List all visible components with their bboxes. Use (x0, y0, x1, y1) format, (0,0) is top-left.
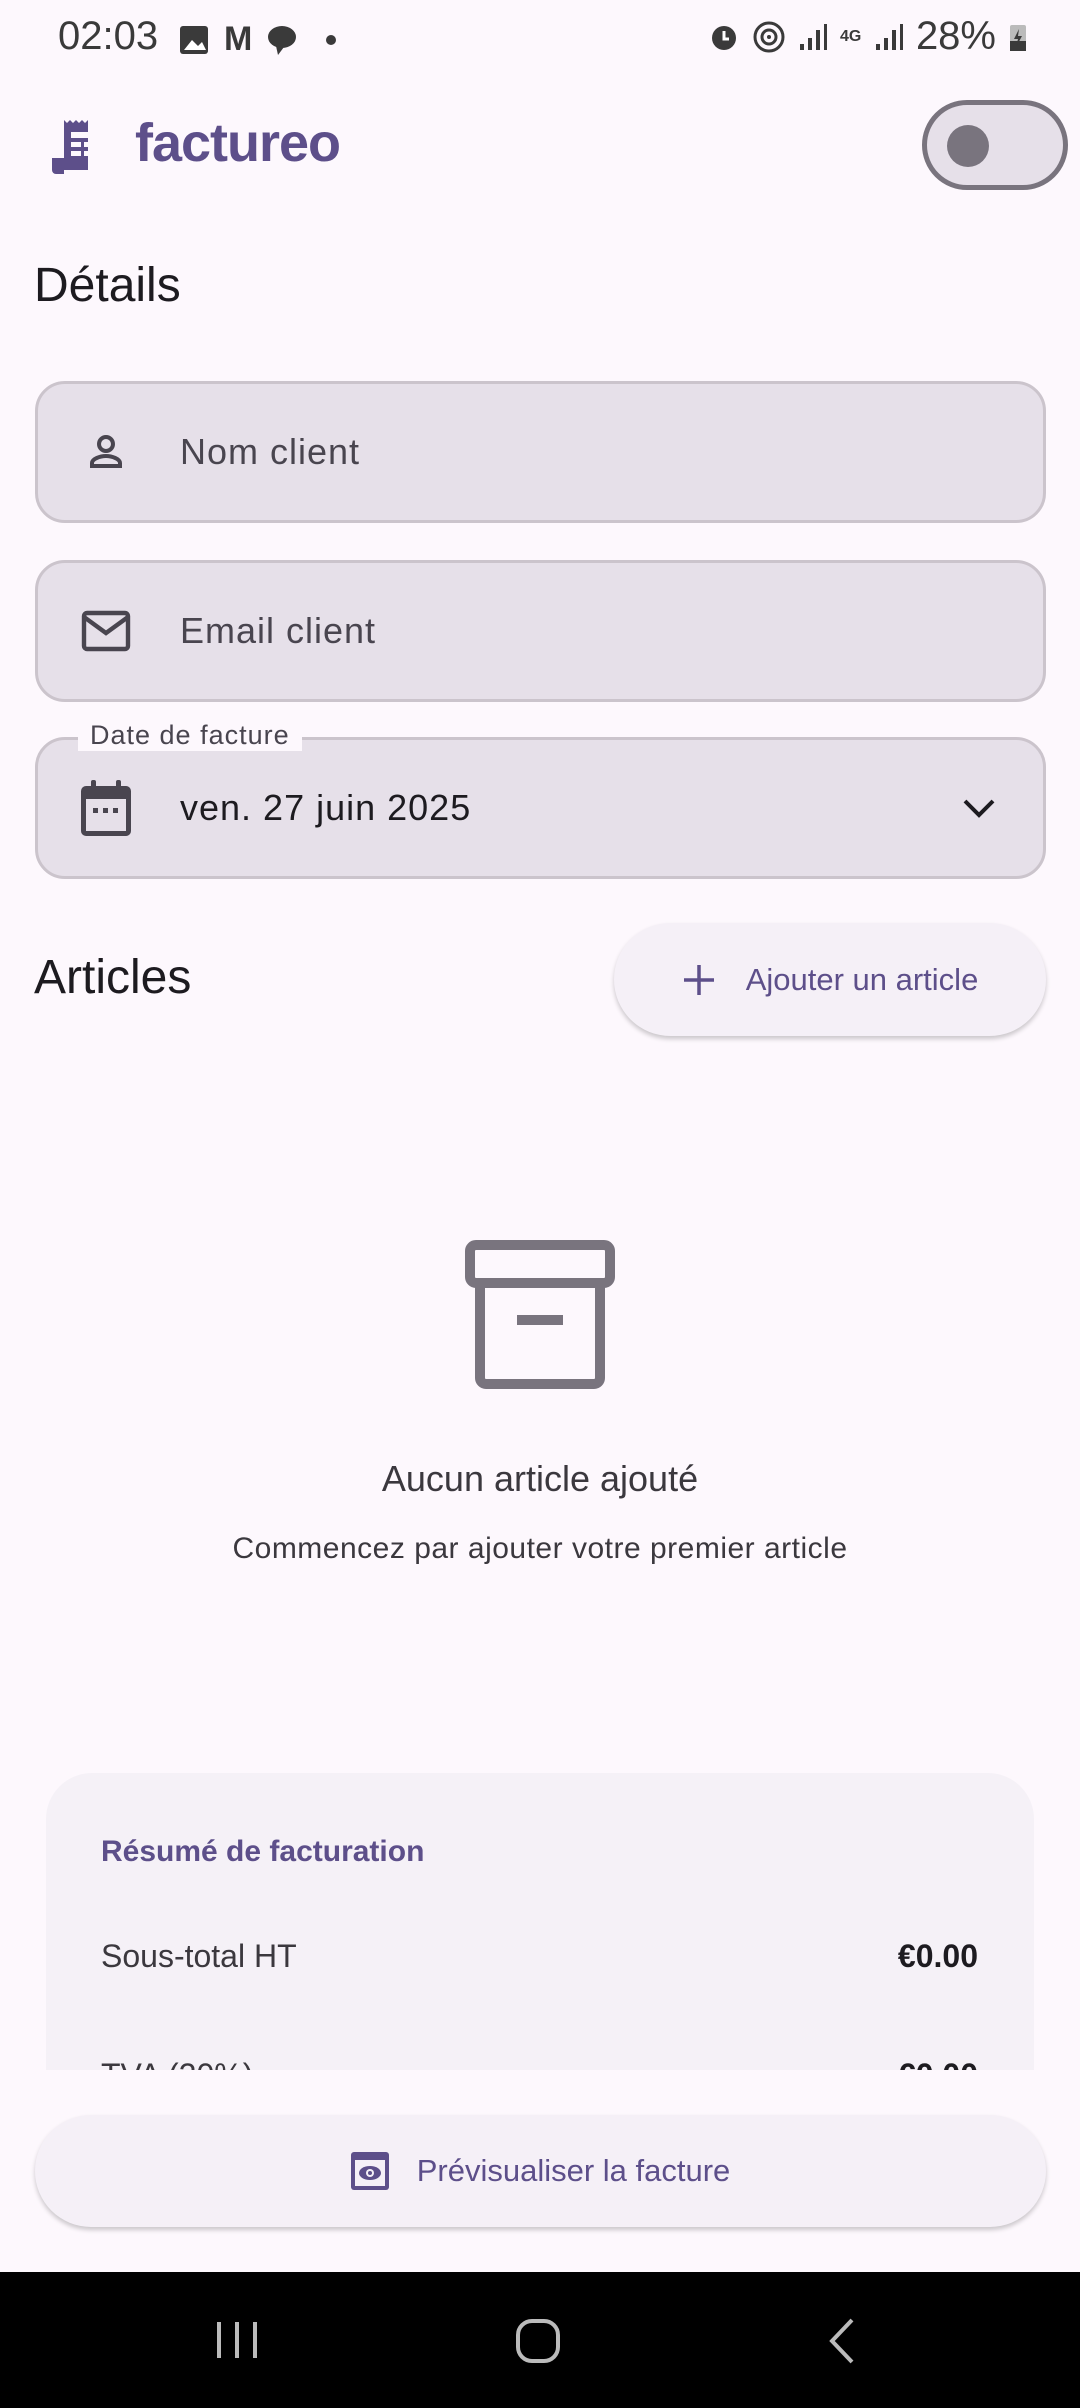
client-email-input[interactable]: Email client (180, 610, 376, 652)
back-button[interactable] (824, 2316, 860, 2366)
archive-icon (465, 1240, 615, 1389)
gallery-icon (180, 25, 208, 54)
chat-icon (268, 25, 297, 55)
summary-title: Résumé de facturation (101, 1835, 425, 1868)
client-email-field[interactable]: Email client (35, 560, 1046, 702)
subtotal-label: Sous-total HT (101, 1938, 297, 1974)
person-icon (90, 435, 122, 468)
mail-icon (81, 610, 131, 652)
preview-icon (350, 2152, 389, 2190)
client-name-input[interactable]: Nom client (180, 431, 360, 473)
chevron-down-icon[interactable] (961, 796, 997, 820)
notification-icons: M (178, 20, 337, 59)
home-button[interactable] (514, 2317, 562, 2365)
invoice-date-value[interactable]: ven. 27 juin 2025 (180, 787, 471, 829)
add-article-label: Ajouter un article (745, 961, 979, 997)
preview-label: Prévisualiser la facture (416, 2153, 731, 2188)
calendar-icon (81, 780, 131, 836)
subtotal-value: €0.00 (897, 1938, 978, 1974)
battery-charging-icon (1010, 24, 1026, 51)
battery-percent: 28% (915, 14, 996, 58)
system-nav-bar (0, 2272, 1080, 2408)
summary-row-subtotal: Sous-total HT €0.00 (101, 1938, 978, 1975)
more-notifications-icon (326, 34, 337, 45)
alarm-icon (711, 25, 736, 50)
empty-state-title: Aucun article ajouté (381, 1458, 699, 1499)
summary-row-vat: TVA (20%) €0.00 (101, 2057, 978, 2070)
receipt-logo-icon (52, 120, 89, 174)
invoice-date-label: Date de facture (78, 720, 302, 751)
status-bar: 02:03 M 4G 28% (0, 0, 1080, 75)
articles-heading: Articles (34, 951, 192, 1004)
network-type: 4G (839, 27, 862, 45)
app-title: factureo (135, 113, 341, 173)
recent-apps-button[interactable] (215, 2318, 259, 2362)
gmail-icon: M (224, 20, 253, 58)
empty-state-subtitle: Commencez par ajouter votre premier arti… (232, 1532, 848, 1565)
toggle-knob (947, 125, 989, 167)
preview-invoice-button[interactable]: Prévisualiser la facture (35, 2115, 1046, 2227)
client-name-field[interactable]: Nom client (35, 381, 1046, 523)
signal-icon (799, 23, 827, 50)
vat-label: TVA (20%) (101, 2057, 253, 2070)
vat-value: €0.00 (898, 2057, 978, 2070)
system-icons: 4G 28% (708, 14, 1028, 59)
add-article-button[interactable]: Ajouter un article (614, 923, 1046, 1036)
invoice-date-field[interactable]: ven. 27 juin 2025 (35, 737, 1046, 879)
status-time: 02:03 (58, 14, 159, 58)
details-heading: Détails (34, 259, 181, 312)
signal-icon-2 (875, 23, 903, 50)
billing-summary-card: Résumé de facturation Sous-total HT €0.0… (46, 1773, 1034, 2070)
plus-icon (683, 964, 714, 995)
theme-toggle[interactable] (922, 100, 1068, 190)
hotspot-icon (753, 21, 785, 52)
